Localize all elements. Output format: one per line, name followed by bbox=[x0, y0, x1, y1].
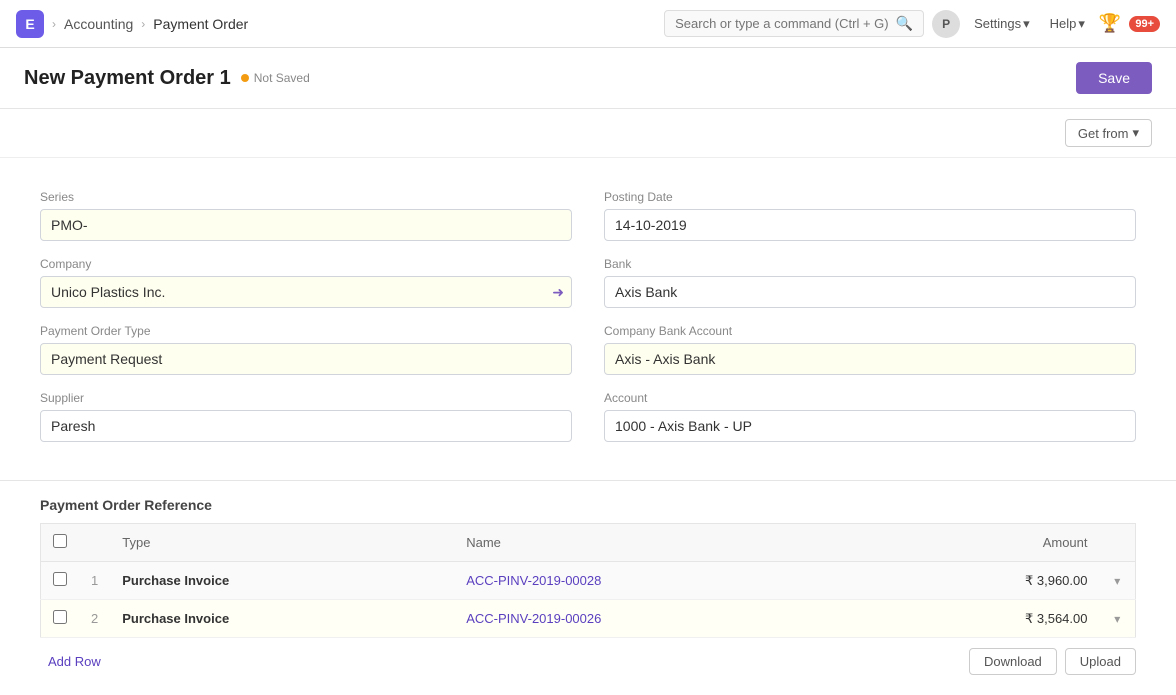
posting-date-group: Posting Date bbox=[588, 182, 1136, 249]
row1-check-cell bbox=[41, 562, 80, 600]
company-input[interactable] bbox=[40, 276, 572, 308]
top-nav: E › Accounting › Payment Order 🔍 P Setti… bbox=[0, 0, 1176, 48]
supplier-label: Supplier bbox=[40, 391, 572, 405]
col-action bbox=[1100, 524, 1136, 562]
get-from-button[interactable]: Get from ▾ bbox=[1065, 119, 1152, 147]
row1-dropdown-icon[interactable]: ▾ bbox=[1114, 574, 1120, 588]
save-button[interactable]: Save bbox=[1076, 62, 1152, 94]
row2-type: Purchase Invoice bbox=[110, 600, 454, 638]
breadcrumb-accounting[interactable]: Accounting bbox=[64, 16, 133, 32]
breadcrumb-arrow-1: › bbox=[52, 17, 56, 31]
col-name: Name bbox=[454, 524, 872, 562]
upload-button[interactable]: Upload bbox=[1065, 648, 1136, 675]
table-row: 2 Purchase Invoice ACC-PINV-2019-00026 ₹… bbox=[41, 600, 1136, 638]
account-group: Account bbox=[588, 383, 1136, 450]
settings-button[interactable]: Settings ▾ bbox=[968, 12, 1036, 36]
avatar[interactable]: P bbox=[932, 10, 960, 38]
page-header: New Payment Order 1 Not Saved Save bbox=[0, 48, 1176, 109]
trophy-icon: 🏆 bbox=[1099, 13, 1121, 34]
account-input[interactable] bbox=[604, 410, 1136, 442]
col-type: Type bbox=[110, 524, 454, 562]
col-num bbox=[79, 524, 110, 562]
bank-label: Bank bbox=[604, 257, 1136, 271]
row2-num: 2 bbox=[79, 600, 110, 638]
reference-table-title: Payment Order Reference bbox=[40, 481, 1136, 523]
bank-group: Bank bbox=[588, 249, 1136, 316]
supplier-group: Supplier bbox=[40, 383, 588, 450]
row2-action[interactable]: ▾ bbox=[1100, 600, 1136, 638]
add-row-button[interactable]: Add Row bbox=[40, 650, 109, 673]
company-link-icon[interactable]: ➜ bbox=[552, 284, 564, 301]
reference-table-section: Payment Order Reference Type Name Amount bbox=[0, 481, 1176, 695]
payment-order-type-input[interactable] bbox=[40, 343, 572, 375]
row1-num: 1 bbox=[79, 562, 110, 600]
help-button[interactable]: Help ▾ bbox=[1044, 12, 1091, 36]
get-from-label: Get from bbox=[1078, 126, 1129, 141]
payment-order-type-label: Payment Order Type bbox=[40, 324, 572, 338]
posting-date-input[interactable] bbox=[604, 209, 1136, 241]
series-group: Series bbox=[40, 182, 588, 249]
row2-checkbox[interactable] bbox=[53, 610, 67, 624]
search-bar[interactable]: 🔍 bbox=[664, 10, 924, 37]
table-footer: Add Row Download Upload bbox=[40, 638, 1136, 675]
search-icon: 🔍 bbox=[896, 15, 913, 32]
search-input[interactable] bbox=[675, 16, 890, 31]
form-card: Get from ▾ Series Posting Date Company ➜ bbox=[0, 109, 1176, 481]
row1-checkbox[interactable] bbox=[53, 572, 67, 586]
row2-dropdown-icon[interactable]: ▾ bbox=[1114, 612, 1120, 626]
row2-check-cell bbox=[41, 600, 80, 638]
table-actions: Download Upload bbox=[969, 648, 1136, 675]
notification-badge[interactable]: 99+ bbox=[1129, 16, 1160, 32]
app-icon[interactable]: E bbox=[16, 10, 44, 38]
select-all-checkbox[interactable] bbox=[53, 534, 67, 548]
get-from-bar: Get from ▾ bbox=[0, 109, 1176, 158]
form-fields: Series Posting Date Company ➜ Bank bbox=[0, 158, 1176, 480]
reference-table: Type Name Amount 1 Purchase Invoice ACC-… bbox=[40, 523, 1136, 638]
page-title: New Payment Order 1 bbox=[24, 67, 231, 90]
payment-order-type-group: Payment Order Type bbox=[40, 316, 588, 383]
company-input-wrap: ➜ bbox=[40, 276, 572, 308]
unsaved-dot-icon bbox=[241, 74, 249, 82]
col-checkbox bbox=[41, 524, 80, 562]
company-group: Company ➜ bbox=[40, 249, 588, 316]
page-title-wrap: New Payment Order 1 Not Saved bbox=[24, 67, 310, 90]
posting-date-label: Posting Date bbox=[604, 190, 1136, 204]
company-label: Company bbox=[40, 257, 572, 271]
not-saved-label: Not Saved bbox=[254, 71, 310, 85]
settings-chevron-icon: ▾ bbox=[1023, 16, 1030, 32]
company-bank-account-label: Company Bank Account bbox=[604, 324, 1136, 338]
supplier-input[interactable] bbox=[40, 410, 572, 442]
row2-name: ACC-PINV-2019-00026 bbox=[454, 600, 872, 638]
main-content: Get from ▾ Series Posting Date Company ➜ bbox=[0, 109, 1176, 695]
row1-action[interactable]: ▾ bbox=[1100, 562, 1136, 600]
series-label: Series bbox=[40, 190, 572, 204]
row2-amount: ₹ 3,564.00 bbox=[872, 600, 1099, 638]
company-bank-account-input[interactable] bbox=[604, 343, 1136, 375]
row1-amount: ₹ 3,960.00 bbox=[872, 562, 1099, 600]
help-chevron-icon: ▾ bbox=[1078, 16, 1085, 32]
row1-type: Purchase Invoice bbox=[110, 562, 454, 600]
row1-name: ACC-PINV-2019-00028 bbox=[454, 562, 872, 600]
col-amount: Amount bbox=[872, 524, 1099, 562]
not-saved-badge: Not Saved bbox=[241, 71, 310, 85]
breadcrumb-arrow-2: › bbox=[141, 17, 145, 31]
company-bank-account-group: Company Bank Account bbox=[588, 316, 1136, 383]
account-label: Account bbox=[604, 391, 1136, 405]
series-input[interactable] bbox=[40, 209, 572, 241]
bank-input[interactable] bbox=[604, 276, 1136, 308]
table-row: 1 Purchase Invoice ACC-PINV-2019-00028 ₹… bbox=[41, 562, 1136, 600]
breadcrumb-payment-order[interactable]: Payment Order bbox=[153, 16, 248, 32]
download-button[interactable]: Download bbox=[969, 648, 1057, 675]
get-from-chevron-icon: ▾ bbox=[1132, 125, 1139, 141]
